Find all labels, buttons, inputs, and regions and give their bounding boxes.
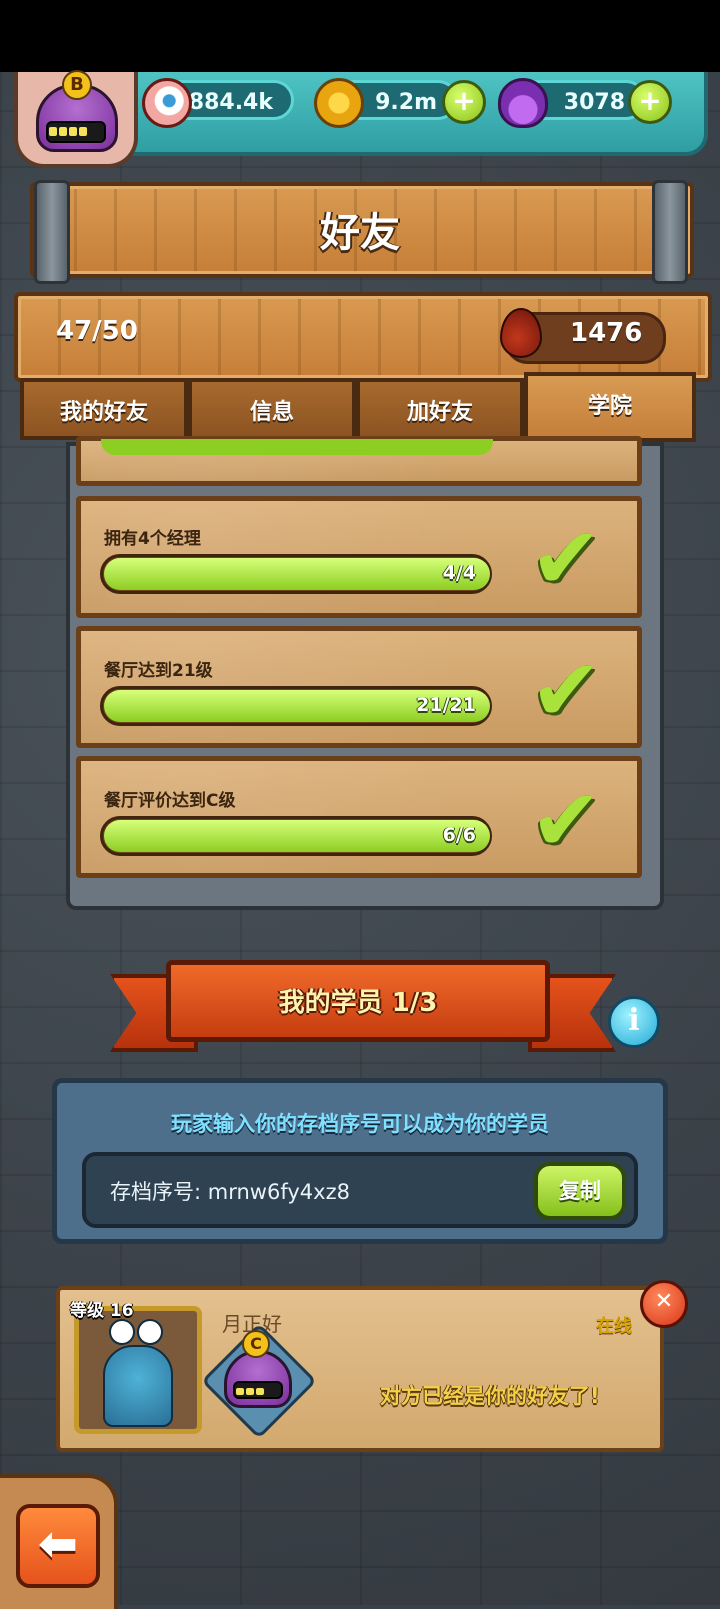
copy-button[interactable]: 复制 bbox=[534, 1162, 626, 1220]
check-icon: ✔ bbox=[530, 641, 603, 741]
student-message: 对方已经是你的好友了! bbox=[380, 1384, 600, 1408]
rank-badge: B bbox=[62, 70, 92, 100]
quest-progress-label: 4/4 bbox=[442, 562, 476, 584]
add-potion-button[interactable]: + bbox=[628, 80, 672, 124]
quest-progress-label: 6/6 bbox=[442, 824, 476, 846]
page-title: 好友 bbox=[320, 210, 400, 256]
remove-student-button[interactable]: ✕ bbox=[640, 1280, 688, 1328]
tab-my-friends[interactable]: 我的好友 bbox=[20, 378, 188, 440]
check-icon: ✔ bbox=[530, 771, 603, 871]
student-level-value: 16 bbox=[109, 1301, 134, 1321]
student-level: 等级 16 bbox=[70, 1296, 134, 1321]
info-icon[interactable]: i bbox=[608, 996, 660, 1048]
student-portrait bbox=[74, 1306, 202, 1434]
coin-icon bbox=[314, 78, 364, 128]
tab-academy[interactable]: 学院 bbox=[524, 372, 696, 442]
student-code-hint: 玩家输入你的存档序号可以成为你的学员 bbox=[171, 1112, 549, 1136]
quest-title: 餐厅达到21级 bbox=[104, 661, 213, 681]
player-avatar[interactable]: B bbox=[14, 70, 138, 168]
quest-progress-label: 21/21 bbox=[416, 694, 476, 716]
tab-add-friend[interactable]: 加好友 bbox=[356, 378, 524, 440]
eyeball-icon bbox=[142, 78, 192, 128]
students-banner-count: 1/3 bbox=[391, 988, 438, 1018]
student-rank-badge: C bbox=[242, 1330, 270, 1358]
save-code-value: mrnw6fy4xz8 bbox=[207, 1180, 350, 1204]
save-code-text: 存档序号: mrnw6fy4xz8 bbox=[110, 1176, 350, 1206]
quest-card-partial bbox=[76, 436, 642, 486]
students-banner-prefix: 我的学员 bbox=[278, 988, 383, 1018]
tab-messages[interactable]: 信息 bbox=[188, 378, 356, 440]
slug-monster-icon bbox=[103, 1345, 173, 1427]
student-status: 在线 bbox=[596, 1316, 632, 1337]
quest-title: 餐厅评价达到C级 bbox=[104, 791, 236, 811]
blood-counter: 1476 bbox=[570, 318, 643, 348]
add-coins-button[interactable]: + bbox=[442, 80, 486, 124]
monster-mouth bbox=[46, 121, 106, 143]
student-level-label: 等级 bbox=[70, 1301, 104, 1321]
back-button[interactable]: ⬅ bbox=[16, 1504, 100, 1588]
potion-icon bbox=[498, 78, 548, 128]
status-bar bbox=[0, 0, 720, 72]
quest-title: 拥有4个经理 bbox=[104, 529, 201, 549]
friend-count: 47/50 bbox=[56, 316, 138, 346]
students-banner-label: 我的学员 1/3 bbox=[166, 982, 550, 1019]
check-icon: ✔ bbox=[530, 509, 603, 609]
save-code-label: 存档序号: bbox=[110, 1180, 202, 1204]
